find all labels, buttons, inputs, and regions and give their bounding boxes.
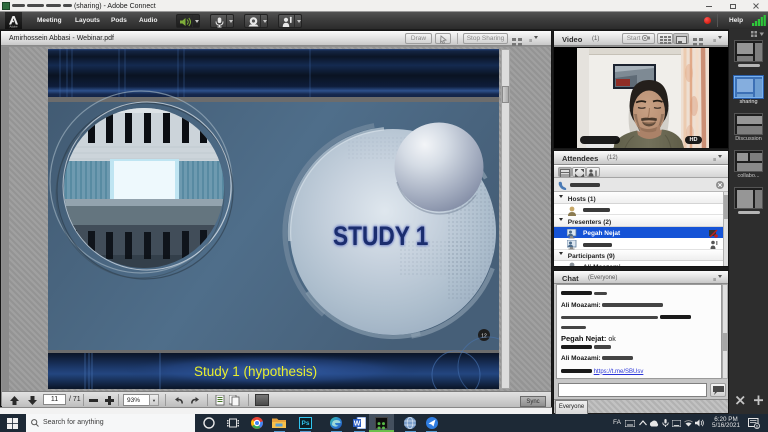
svg-text:STUDY 1: STUDY 1	[333, 221, 428, 251]
svg-text:Study 1 (hypothesis): Study 1 (hypothesis)	[194, 364, 317, 379]
svg-text:Adobe: Adobe	[9, 25, 18, 29]
svg-text:W: W	[354, 421, 361, 428]
svg-text:12: 12	[481, 334, 487, 340]
svg-text:S: S	[755, 424, 758, 429]
